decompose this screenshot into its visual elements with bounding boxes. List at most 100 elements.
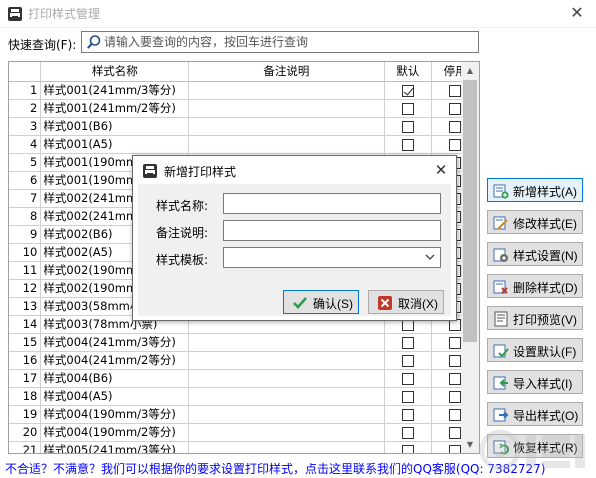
new-style-button[interactable]: 新增样式(A) [487, 178, 583, 202]
side-button-label: 修改样式(E) [513, 217, 577, 231]
table-row[interactable]: 19 样式004(190mm/3等分) [9, 405, 479, 424]
note-cell[interactable] [188, 99, 385, 118]
header-default[interactable]: 默认 [384, 62, 433, 82]
disabled-checkbox[interactable] [449, 426, 462, 439]
scroll-up-arrow-icon[interactable]: ▲ [461, 62, 479, 79]
style-name-cell[interactable]: 样式004(B6) [40, 369, 190, 388]
edit-style-button[interactable]: 修改样式(E) [487, 210, 583, 234]
note-cell[interactable] [188, 117, 385, 136]
set-default-style-button[interactable]: 设置默认(F) [487, 338, 583, 362]
style-name-cell[interactable]: 样式004(190mm/3等分) [40, 405, 190, 424]
default-cell[interactable] [384, 99, 433, 118]
table-row[interactable]: 15 样式004(241mm/3等分) [9, 333, 479, 352]
default-checkbox[interactable] [401, 102, 414, 115]
disabled-checkbox[interactable] [449, 120, 462, 133]
preview-style-button[interactable]: 打印预览(V) [487, 306, 583, 330]
side-button-label: 导入样式(I) [513, 377, 573, 391]
disabled-checkbox[interactable] [449, 390, 462, 403]
default-checkbox[interactable] [401, 138, 414, 151]
template-select[interactable] [223, 247, 441, 268]
default-checkbox[interactable] [401, 408, 414, 421]
default-checkbox[interactable] [401, 426, 414, 439]
row-number: 14 [9, 315, 42, 334]
default-cell[interactable] [384, 351, 433, 370]
search-input[interactable] [104, 33, 474, 51]
table-row[interactable]: 1 样式001(241mm/3等分) [9, 81, 479, 100]
table-row[interactable]: 21 样式005(241mm/3等分) [9, 441, 479, 453]
default-cell[interactable] [384, 117, 433, 136]
default-checkbox[interactable] [401, 444, 414, 453]
default-checkbox[interactable] [401, 354, 414, 367]
table-row[interactable]: 20 样式004(190mm/2等分) [9, 423, 479, 442]
grid-scrollbar[interactable]: ▲ ▼ [461, 62, 479, 453]
default-checkbox[interactable] [401, 390, 414, 403]
search-box[interactable] [81, 31, 479, 53]
note-cell[interactable] [188, 441, 385, 453]
confirm-button[interactable]: 确认(S) [283, 290, 359, 314]
header-note[interactable]: 备注说明 [188, 62, 385, 82]
disabled-checkbox[interactable] [449, 372, 462, 385]
header-style-name[interactable]: 样式名称 [40, 62, 190, 82]
default-cell[interactable] [384, 405, 433, 424]
cancel-button[interactable]: 取消(X) [368, 290, 444, 314]
note-cell[interactable] [188, 369, 385, 388]
scroll-thumb[interactable] [463, 80, 477, 342]
table-row[interactable]: 18 样式004(A5) [9, 387, 479, 406]
default-cell[interactable] [384, 387, 433, 406]
dialog-close-button[interactable]: ✕ [426, 156, 456, 184]
table-row[interactable]: 3 样式001(B6) [9, 117, 479, 136]
qq-support-link[interactable]: 不合适？不满意？我们可以根据你的要求设置打印样式，点击这里联系我们的QQ客服(Q… [5, 460, 545, 477]
disabled-checkbox[interactable] [449, 84, 462, 97]
note-cell[interactable] [188, 405, 385, 424]
style-name-cell[interactable]: 样式004(241mm/3等分) [40, 333, 190, 352]
scroll-down-arrow-icon[interactable]: ▼ [461, 436, 479, 453]
table-row[interactable]: 17 样式004(B6) [9, 369, 479, 388]
note-cell[interactable] [188, 351, 385, 370]
note-cell[interactable] [188, 135, 385, 154]
note-cell[interactable] [188, 387, 385, 406]
default-checkbox[interactable] [401, 372, 414, 385]
window-close-button[interactable]: ✕ [558, 0, 596, 28]
style-name-cell[interactable]: 样式004(190mm/2等分) [40, 423, 190, 442]
default-cell[interactable] [384, 135, 433, 154]
note-cell[interactable] [188, 81, 385, 100]
style-settings-icon [493, 248, 508, 262]
disabled-checkbox[interactable] [449, 354, 462, 367]
search-icon [87, 35, 101, 49]
style-name-cell[interactable]: 样式005(241mm/3等分) [40, 441, 190, 453]
style-name-cell[interactable]: 样式004(A5) [40, 387, 190, 406]
row-number: 17 [9, 369, 42, 388]
style-name-cell[interactable]: 样式001(A5) [40, 135, 190, 154]
set-default-icon [493, 344, 509, 358]
confirm-button-label: 确认(S) [313, 297, 353, 311]
disabled-checkbox[interactable] [449, 102, 462, 115]
default-cell[interactable] [384, 369, 433, 388]
settings-style-button[interactable]: 样式设置(N) [487, 242, 583, 266]
disabled-checkbox[interactable] [449, 408, 462, 421]
default-checkbox[interactable] [401, 336, 414, 349]
disabled-checkbox[interactable] [449, 336, 462, 349]
style-name-field[interactable] [223, 193, 441, 214]
note-field[interactable] [223, 220, 441, 241]
table-row[interactable]: 2 样式001(241mm/2等分) [9, 99, 479, 118]
default-cell[interactable] [384, 81, 433, 100]
row-number: 20 [9, 423, 42, 442]
style-name-cell[interactable]: 样式001(241mm/3等分) [40, 81, 190, 100]
default-checkbox[interactable] [401, 120, 414, 133]
style-name-cell[interactable]: 样式001(B6) [40, 117, 190, 136]
import-style-button[interactable]: 导入样式(I) [487, 370, 583, 394]
default-checkbox[interactable] [401, 84, 414, 97]
delete-style-button[interactable]: 删除样式(D) [487, 274, 583, 298]
style-name-cell[interactable]: 样式001(241mm/2等分) [40, 99, 190, 118]
note-cell[interactable] [188, 333, 385, 352]
table-row[interactable]: 16 样式004(241mm/2等分) [9, 351, 479, 370]
default-cell[interactable] [384, 423, 433, 442]
default-cell[interactable] [384, 441, 433, 453]
style-name-cell[interactable]: 样式004(241mm/2等分) [40, 351, 190, 370]
disabled-checkbox[interactable] [449, 138, 462, 151]
table-row[interactable]: 4 样式001(A5) [9, 135, 479, 154]
side-button-label: 设置默认(F) [513, 345, 577, 359]
note-cell[interactable] [188, 423, 385, 442]
disabled-checkbox[interactable] [449, 444, 462, 453]
default-cell[interactable] [384, 333, 433, 352]
